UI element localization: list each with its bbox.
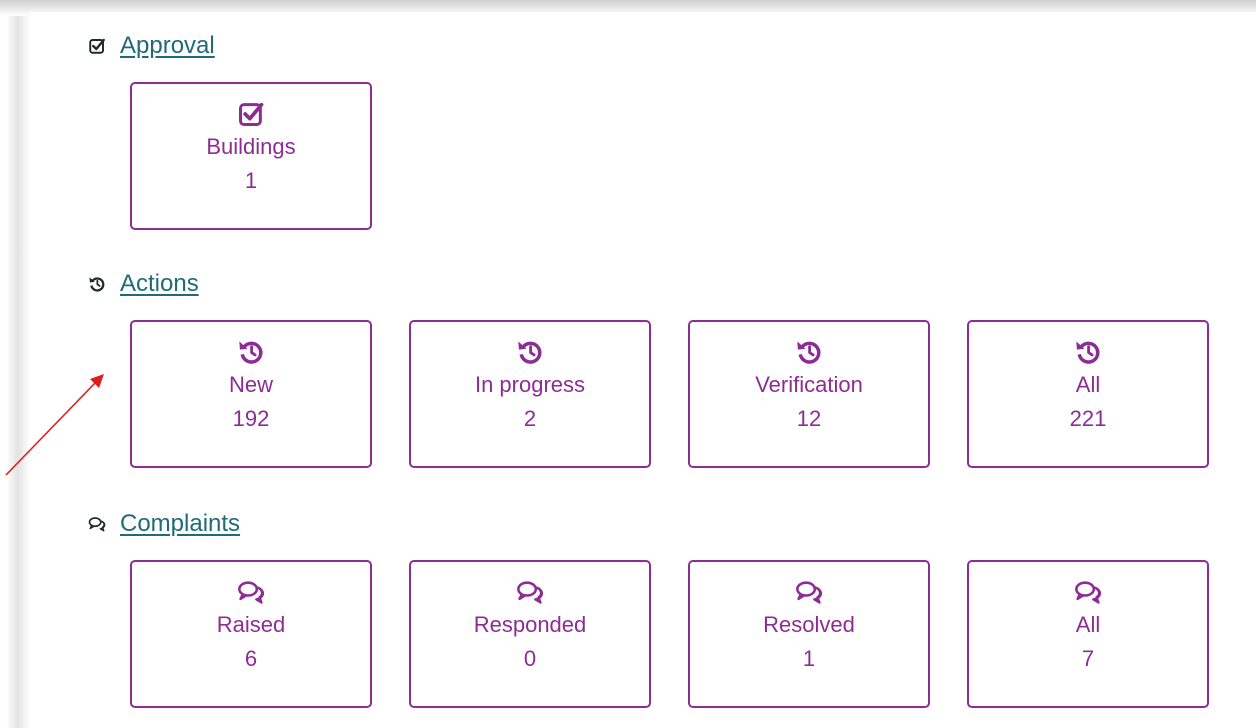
tile-complaints-resolved[interactable]: Resolved 1 <box>688 560 930 708</box>
actions-link[interactable]: Actions <box>120 270 199 298</box>
tile-label: Buildings <box>206 134 296 159</box>
tile-complaints-responded[interactable]: Responded 0 <box>409 560 651 708</box>
tile-label: Raised <box>216 612 286 637</box>
comments-icon <box>516 578 544 606</box>
tile-label: New <box>228 372 273 397</box>
tile-label: In progress <box>474 372 586 397</box>
comments-icon <box>1074 578 1102 606</box>
comments-icon <box>237 578 265 606</box>
tile-label: All <box>1075 372 1101 397</box>
tile-complaints-all[interactable]: All 7 <box>967 560 1209 708</box>
tile-label: Verification <box>755 372 863 397</box>
tile-actions-in-progress[interactable]: In progress 2 <box>409 320 651 468</box>
check-square-icon <box>88 37 106 55</box>
tile-actions-verification[interactable]: Verification 12 <box>688 320 930 468</box>
tile-count: 221 <box>1069 406 1107 431</box>
comments-icon <box>795 578 823 606</box>
tile-count: 1 <box>802 646 816 671</box>
tile-count: 0 <box>523 646 537 671</box>
history-icon <box>516 338 544 366</box>
tile-label: All <box>1075 612 1101 637</box>
tile-count: 12 <box>796 406 822 431</box>
tile-count: 7 <box>1081 646 1095 671</box>
history-icon <box>237 338 265 366</box>
tile-complaints-raised[interactable]: Raised 6 <box>130 560 372 708</box>
tile-label: Responded <box>473 612 587 637</box>
section-header-actions: Actions <box>88 268 199 300</box>
tile-count: 2 <box>523 406 537 431</box>
history-icon <box>88 275 106 293</box>
comments-icon <box>88 515 106 533</box>
history-icon <box>795 338 823 366</box>
check-square-icon <box>237 100 265 128</box>
tile-actions-all[interactable]: All 221 <box>967 320 1209 468</box>
tile-approval-buildings[interactable]: Buildings 1 <box>130 82 372 230</box>
complaints-link[interactable]: Complaints <box>120 510 240 538</box>
tile-count: 1 <box>244 168 258 193</box>
tile-actions-new[interactable]: New 192 <box>130 320 372 468</box>
tile-label: Resolved <box>763 612 855 637</box>
tile-count: 192 <box>232 406 270 431</box>
tile-count: 6 <box>244 646 258 671</box>
history-icon <box>1074 338 1102 366</box>
approval-link[interactable]: Approval <box>120 32 215 60</box>
section-header-approval: Approval <box>88 30 215 62</box>
window-shadow-left <box>0 0 30 728</box>
section-header-complaints: Complaints <box>88 508 240 540</box>
